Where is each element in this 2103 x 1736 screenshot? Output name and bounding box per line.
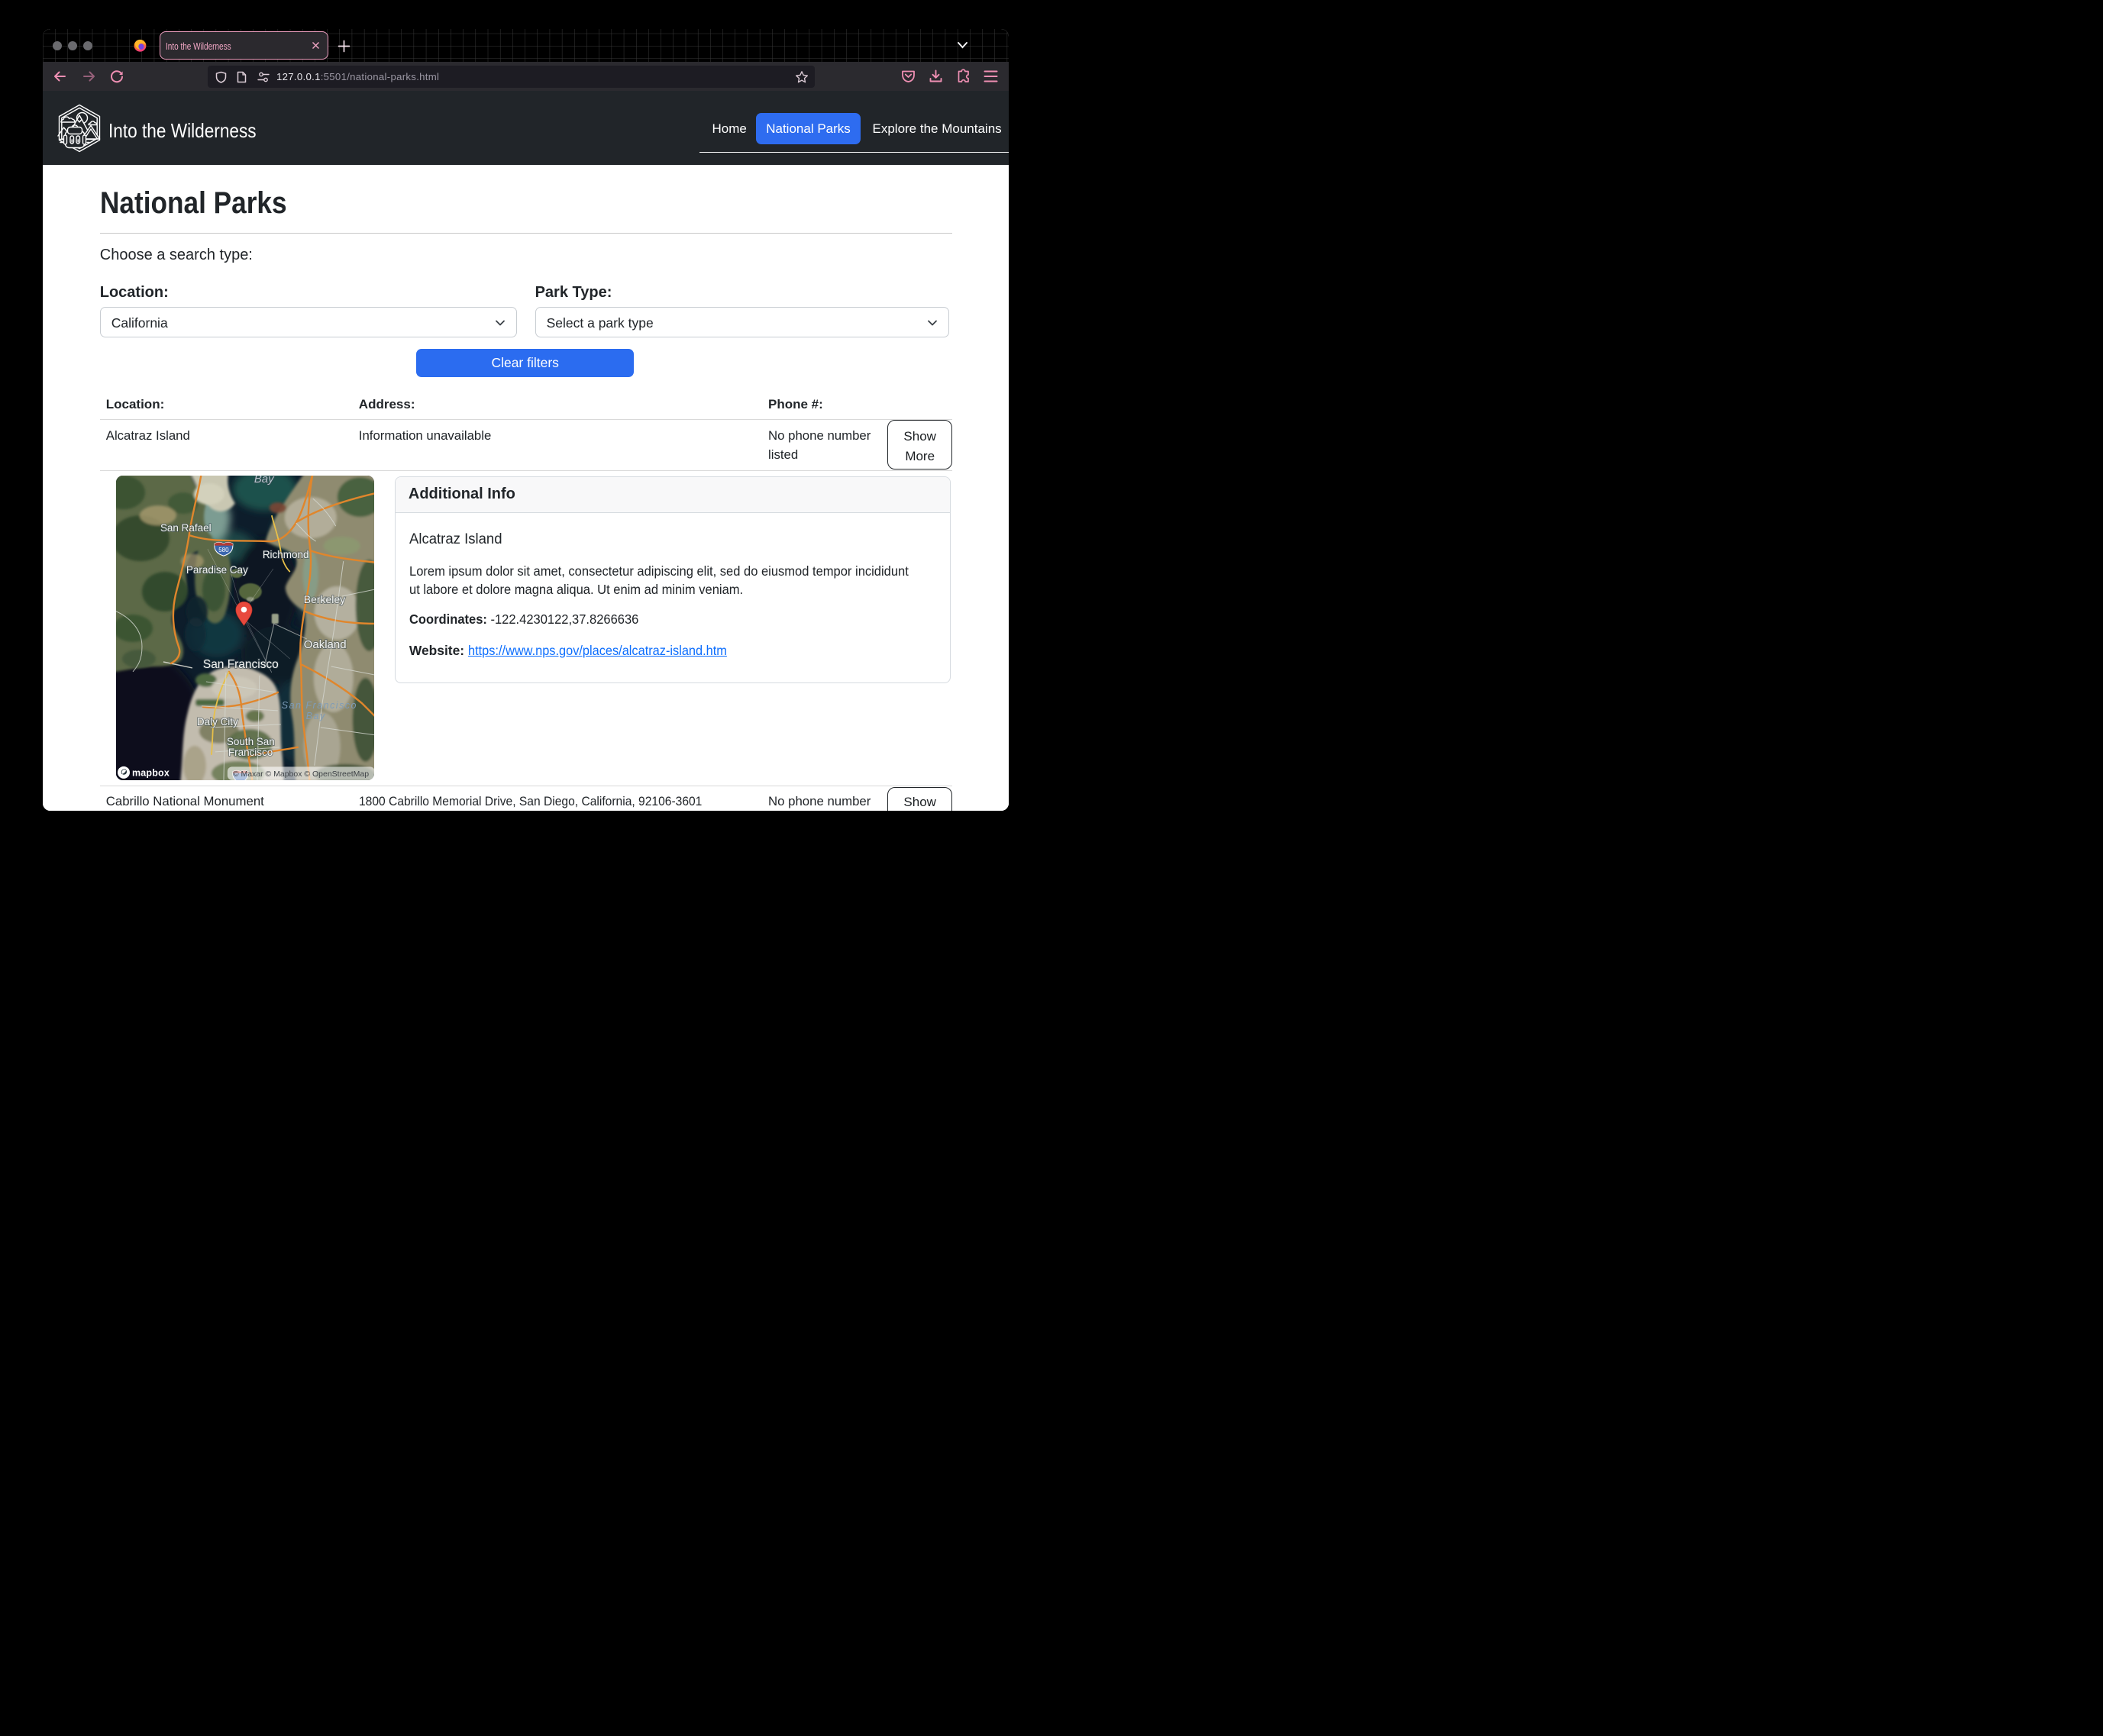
svg-text:San Francisco: San Francisco [282, 700, 357, 711]
svg-text:San Rafael: San Rafael [160, 522, 212, 534]
svg-text:mapbox: mapbox [132, 767, 170, 778]
svg-text:Paradise Cay: Paradise Cay [186, 564, 248, 576]
svg-text:Daly City: Daly City [197, 716, 238, 728]
svg-text:Francisco: Francisco [228, 747, 273, 758]
svg-text:Bay: Bay [254, 476, 275, 486]
svg-text:Bay: Bay [306, 711, 326, 721]
svg-text:Oakland: Oakland [304, 638, 347, 651]
svg-text:Richmond: Richmond [263, 549, 309, 560]
svg-text:San Francisco: San Francisco [203, 658, 279, 671]
svg-text:© Maxar © Mapbox © OpenStreetM: © Maxar © Mapbox © OpenStreetMap [233, 770, 369, 779]
svg-text:Berkeley: Berkeley [304, 593, 345, 605]
svg-text:580: 580 [218, 547, 229, 553]
svg-text:South San: South San [227, 736, 275, 747]
